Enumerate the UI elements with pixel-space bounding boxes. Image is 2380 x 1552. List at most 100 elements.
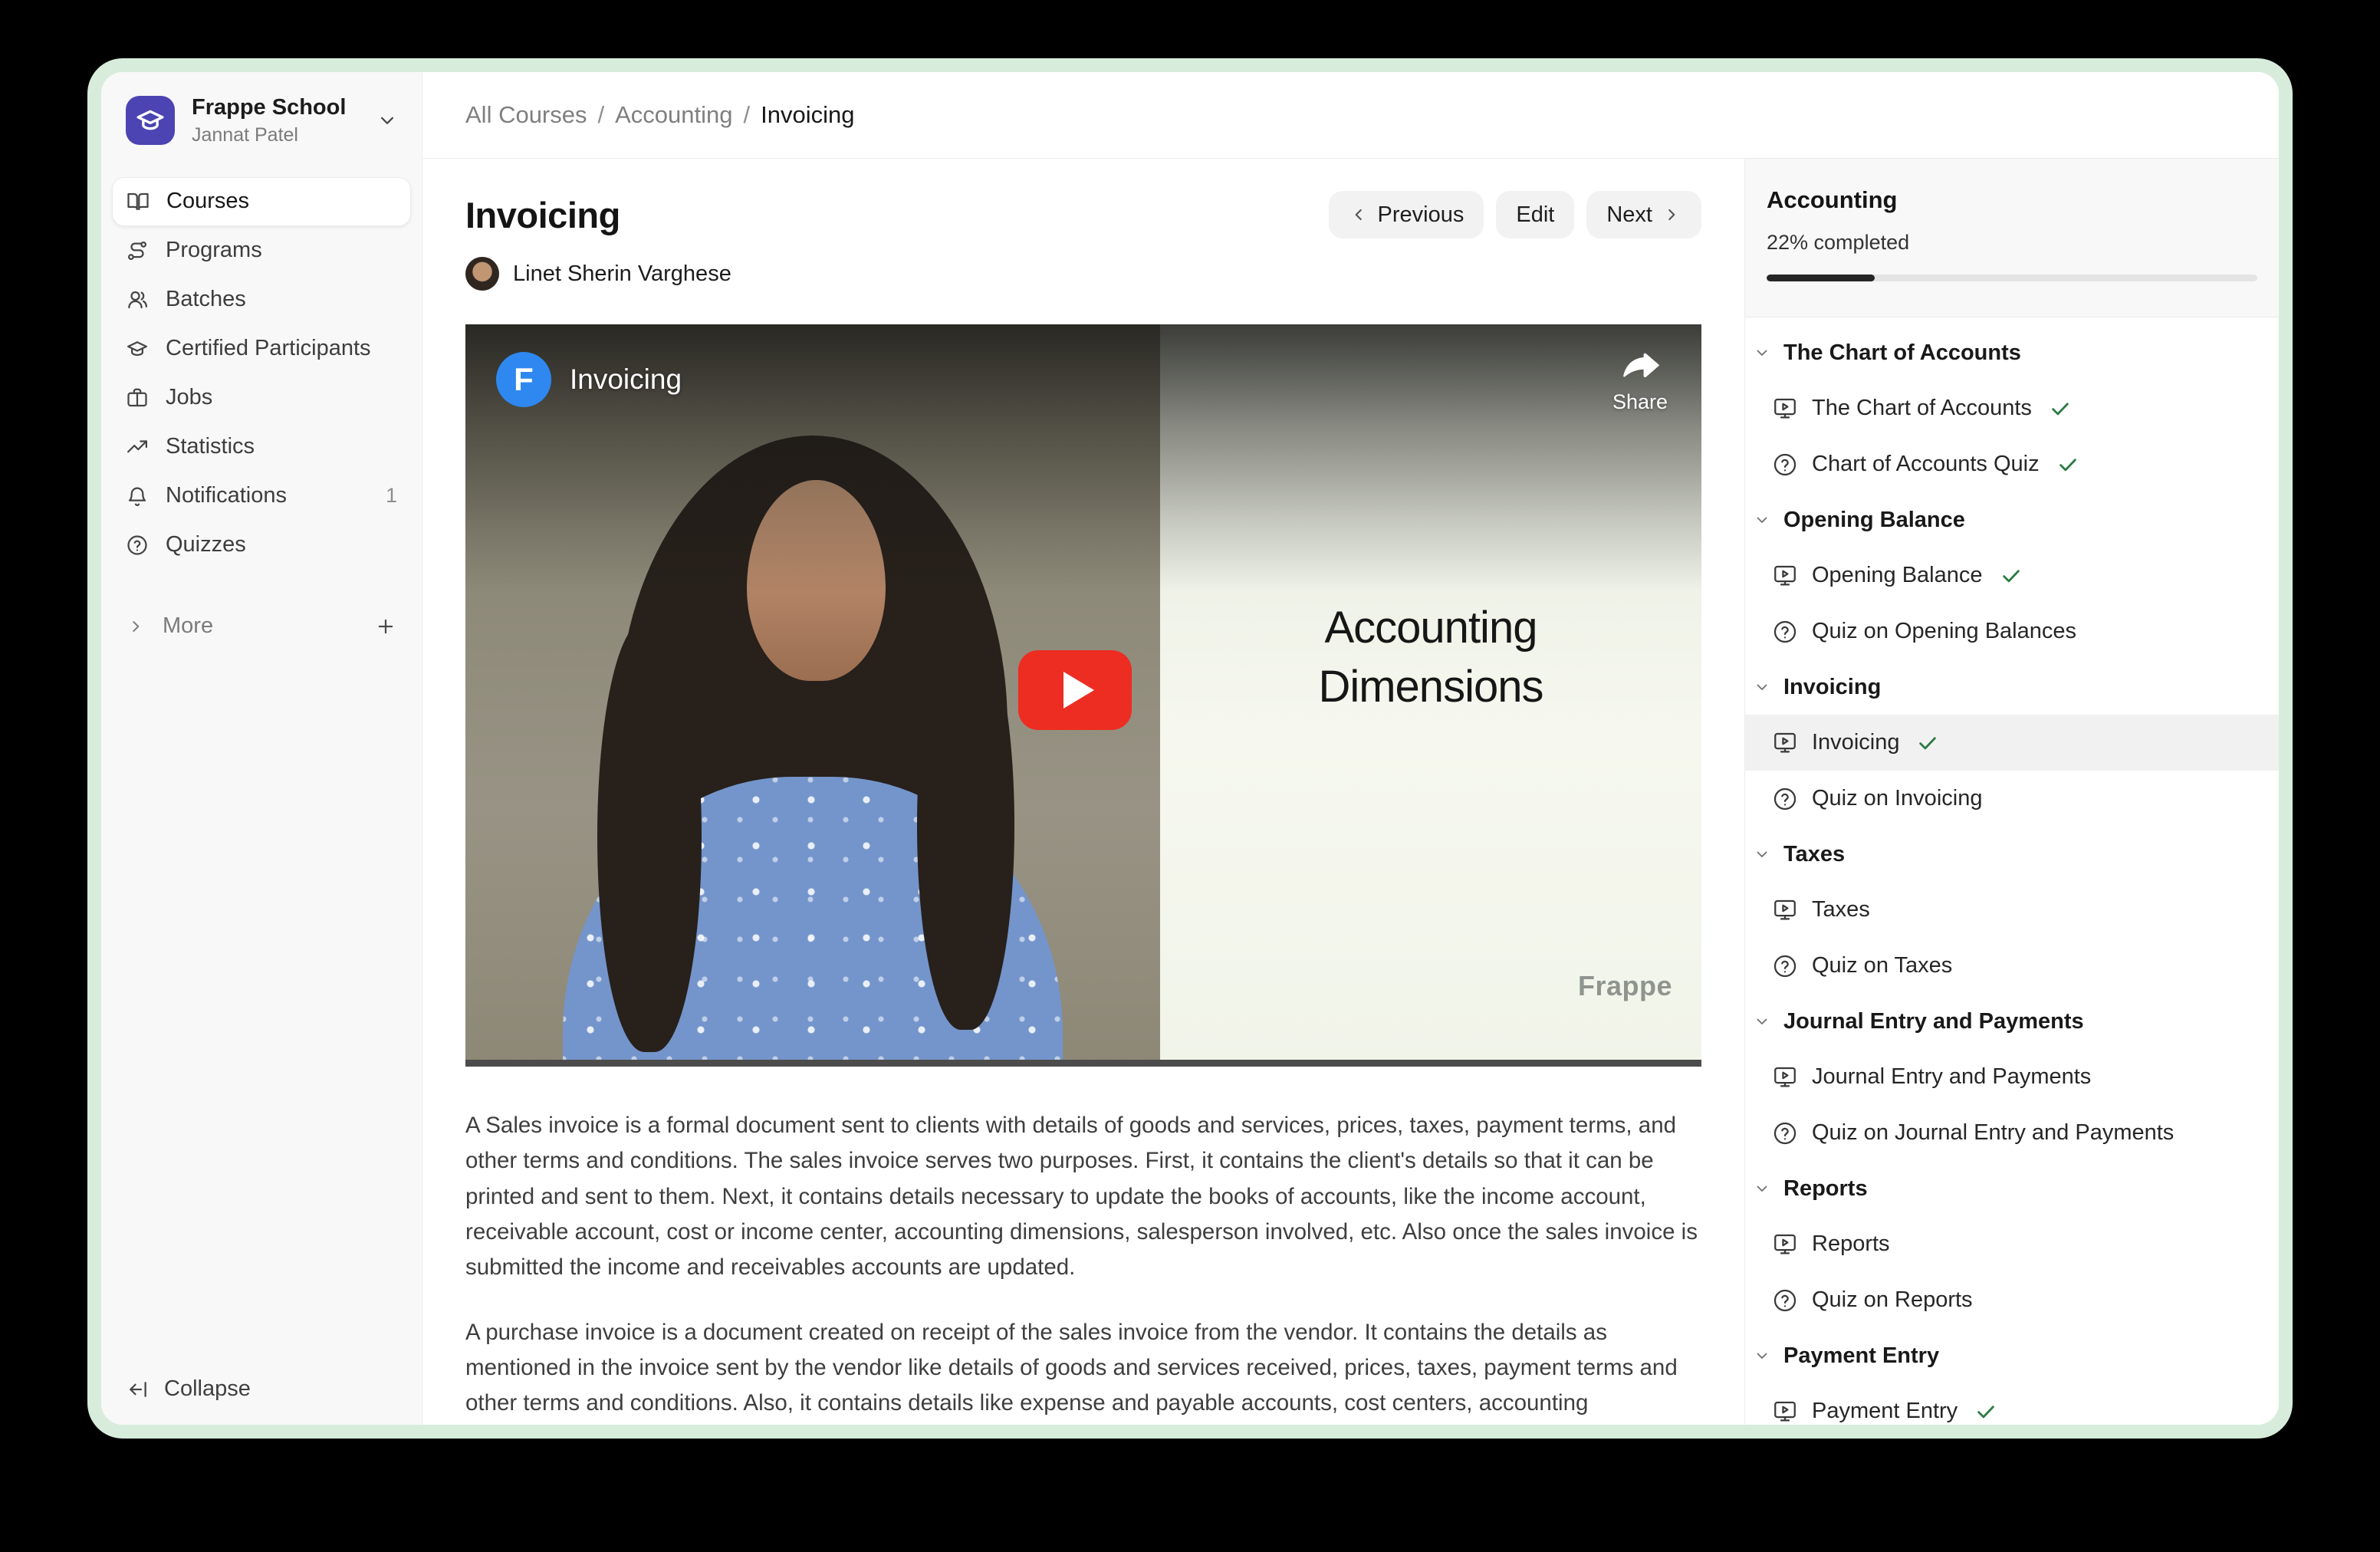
- chapter-title: Opening Balance: [1783, 508, 1965, 533]
- chapter-reports[interactable]: Reports: [1745, 1161, 2279, 1216]
- author: Linet Sherin Varghese: [465, 257, 1701, 291]
- sidebar-item-statistics[interactable]: Statistics: [112, 423, 411, 472]
- breadcrumb-item-all-courses[interactable]: All Courses: [465, 101, 587, 129]
- sidebar-item-more[interactable]: More: [112, 602, 411, 651]
- main-column: All Courses/Accounting/Invoicing Invoici…: [422, 72, 2279, 1425]
- chevron-down-icon: [1753, 1012, 1771, 1031]
- lesson-actions: Previous Edit Next: [1329, 191, 1701, 238]
- video-title[interactable]: Invoicing: [570, 363, 682, 396]
- sidebar-item-jobs[interactable]: Jobs: [112, 373, 411, 423]
- chapter-taxes[interactable]: Taxes: [1745, 827, 2279, 882]
- lesson-quiz-on-invoicing[interactable]: Quiz on Invoicing: [1745, 771, 2279, 827]
- slide-title-line1: Accounting: [1324, 603, 1537, 653]
- graduation-cap-icon: [126, 337, 149, 360]
- chapter-the-chart-of-accounts[interactable]: The Chart of Accounts: [1745, 325, 2279, 380]
- chapter-title: Payment Entry: [1783, 1343, 1939, 1369]
- play-button[interactable]: [1018, 650, 1132, 730]
- chapter-opening-balance[interactable]: Opening Balance: [1745, 492, 2279, 547]
- next-button-label: Next: [1606, 202, 1652, 228]
- chevron-right-icon: [1662, 205, 1681, 225]
- notification-count-badge: 1: [386, 484, 397, 508]
- sidebar-item-notifications[interactable]: Notifications1: [112, 472, 411, 521]
- chapter-payment-entry[interactable]: Payment Entry: [1745, 1328, 2279, 1383]
- sidebar-item-certified-participants[interactable]: Certified Participants: [112, 324, 411, 373]
- chevron-down-icon: [1753, 344, 1771, 362]
- frappe-watermark: Frappe: [1578, 970, 1672, 1002]
- chevron-down-icon: [1753, 1179, 1771, 1198]
- lesson-the-chart-of-accounts[interactable]: The Chart of Accounts: [1745, 380, 2279, 436]
- sidebar-item-quizzes[interactable]: Quizzes: [112, 521, 411, 570]
- quiz-icon: [1772, 1287, 1798, 1314]
- edit-button-label: Edit: [1516, 202, 1554, 228]
- lesson-label: Reports: [1812, 1231, 1890, 1257]
- breadcrumb-separator: /: [598, 101, 605, 129]
- lesson-label: Quiz on Journal Entry and Payments: [1812, 1120, 2174, 1146]
- briefcase-icon: [126, 386, 149, 409]
- quiz-icon: [1772, 619, 1798, 645]
- brand-subtitle: Jannat Patel: [192, 123, 359, 148]
- presenter-hair-strand: [917, 621, 1014, 1029]
- slide-title-line2: Dimensions: [1318, 662, 1543, 712]
- lesson-label: Quiz on Opening Balances: [1812, 619, 2076, 644]
- sidebar-item-label: Jobs: [166, 385, 212, 410]
- collapse-sidebar-button[interactable]: Collapse: [101, 1376, 422, 1402]
- lesson-invoicing[interactable]: Invoicing: [1745, 715, 2279, 771]
- author-avatar: [465, 257, 499, 291]
- lesson-label: Quiz on Reports: [1812, 1287, 1973, 1313]
- collapse-label: Collapse: [164, 1376, 251, 1402]
- lesson-quiz-on-opening-balances[interactable]: Quiz on Opening Balances: [1745, 603, 2279, 659]
- course-title: Accounting: [1767, 186, 2257, 214]
- sidebar-item-programs[interactable]: Programs: [112, 226, 411, 275]
- lesson-journal-entry-and-payments[interactable]: Journal Entry and Payments: [1745, 1049, 2279, 1105]
- lesson-chart-of-accounts-quiz[interactable]: Chart of Accounts Quiz: [1745, 436, 2279, 492]
- share-button[interactable]: Share: [1612, 349, 1668, 414]
- completed-check-icon: [1974, 1400, 1997, 1423]
- lesson-label: The Chart of Accounts: [1812, 396, 2032, 421]
- course-progress-header: Accounting 22% completed: [1745, 159, 2279, 317]
- edit-button[interactable]: Edit: [1496, 191, 1574, 238]
- chapter-journal-entry-and-payments[interactable]: Journal Entry and Payments: [1745, 994, 2279, 1049]
- lesson-quiz-on-taxes[interactable]: Quiz on Taxes: [1745, 938, 2279, 994]
- lesson-header: Invoicing Previous Edit Nex: [465, 191, 1701, 238]
- sidebar-item-batches[interactable]: Batches: [112, 275, 411, 324]
- chapter-title: Taxes: [1783, 842, 1845, 867]
- chapter-title: Reports: [1783, 1176, 1868, 1202]
- lesson-opening-balance[interactable]: Opening Balance: [1745, 547, 2279, 603]
- breadcrumb-item-accounting[interactable]: Accounting: [615, 101, 732, 129]
- lesson-quiz-on-journal-entry-and-payments[interactable]: Quiz on Journal Entry and Payments: [1745, 1105, 2279, 1161]
- topbar: All Courses/Accounting/Invoicing: [422, 72, 2279, 159]
- lesson-reports[interactable]: Reports: [1745, 1216, 2279, 1272]
- chapter-invoicing[interactable]: Invoicing: [1745, 659, 2279, 715]
- chapter-title: Invoicing: [1783, 675, 1881, 700]
- progress-label: 22% completed: [1767, 231, 2257, 255]
- lesson-content: Invoicing Previous Edit Nex: [422, 159, 1744, 1425]
- outline-list: The Chart of Accounts The Chart of Accoun…: [1745, 317, 2279, 1425]
- channel-avatar[interactable]: F: [496, 352, 551, 407]
- bell-icon: [126, 485, 149, 508]
- previous-button[interactable]: Previous: [1329, 191, 1484, 238]
- next-button[interactable]: Next: [1586, 191, 1701, 238]
- completed-check-icon: [2000, 564, 2023, 587]
- lesson-label: Quiz on Taxes: [1812, 953, 1952, 978]
- video-lesson-icon: [1772, 897, 1798, 923]
- lesson-label: Chart of Accounts Quiz: [1812, 452, 2040, 477]
- lesson-label: Journal Entry and Payments: [1812, 1064, 2091, 1090]
- share-arrow-icon: [1619, 349, 1662, 384]
- completed-check-icon: [2056, 453, 2079, 476]
- chapter-title: Journal Entry and Payments: [1783, 1009, 2084, 1034]
- video-player[interactable]: Accounting Dimensions Frappe F Invoi: [465, 324, 1701, 1067]
- sidebar-nav: Courses ProgramsBatchesCertified Particip…: [101, 177, 422, 570]
- lesson-label: Taxes: [1812, 897, 1870, 922]
- lesson-quiz-on-reports[interactable]: Quiz on Reports: [1745, 1272, 2279, 1328]
- course-outline: Accounting 22% completed The Chart of Ac…: [1744, 159, 2279, 1425]
- lesson-taxes[interactable]: Taxes: [1745, 882, 2279, 938]
- lesson-label: Quiz on Invoicing: [1812, 786, 1982, 811]
- route-icon: [126, 239, 149, 262]
- school-switcher[interactable]: Frappe School Jannat Patel: [101, 94, 422, 148]
- sidebar-item-courses[interactable]: Courses: [112, 177, 411, 226]
- app-window: Frappe School Jannat Patel Courses Progra…: [87, 58, 2293, 1439]
- lesson-payment-entry[interactable]: Payment Entry: [1745, 1383, 2279, 1425]
- chevron-down-icon: [1753, 678, 1771, 696]
- sidebar-item-label: Courses: [166, 189, 249, 214]
- plus-icon[interactable]: [374, 615, 397, 638]
